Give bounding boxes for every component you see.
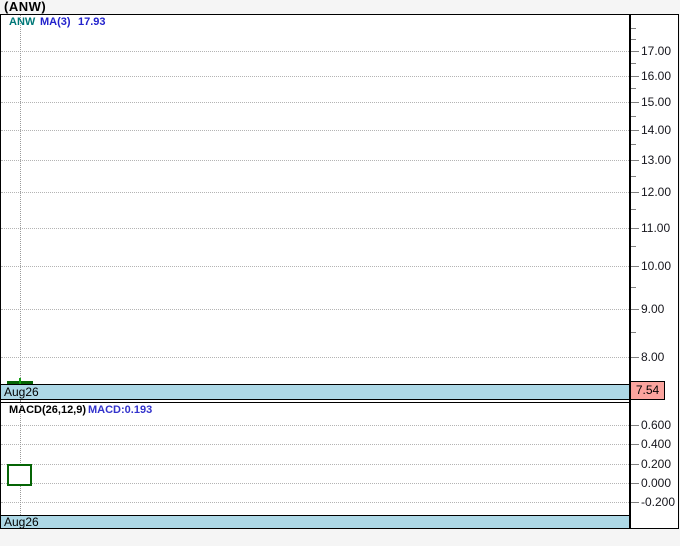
price-axis-label: 17.00	[641, 44, 672, 58]
price-axis-tick	[631, 192, 639, 193]
price-axis-label: 14.00	[641, 123, 672, 137]
x-axis-tick-price	[20, 400, 21, 402]
stock-chart-page: (ANW) 17.00 16.00 15.00 14.00 13.00 12.00 11.0…	[0, 0, 680, 546]
price-gridline	[1, 51, 629, 52]
price-axis-minor-tick	[631, 88, 636, 89]
price-axis-tick	[631, 160, 639, 161]
price-axis-minor-tick	[631, 176, 636, 177]
price-gridline	[1, 130, 629, 131]
price-axis-minor-tick	[631, 116, 636, 117]
price-axis-tick	[631, 228, 639, 229]
macd-axis-label: 0.200	[641, 457, 672, 471]
macd-gridline	[1, 483, 629, 484]
macd-axis-tick	[631, 444, 639, 445]
price-axis-label: 8.00	[641, 350, 665, 364]
macd-histogram-bar	[7, 464, 32, 486]
price-axis-minor-tick	[631, 246, 636, 247]
macd-gridline	[1, 464, 629, 465]
price-axis-label: 10.00	[641, 259, 672, 273]
date-band-price-label: Aug26	[4, 385, 39, 399]
macd-gridline	[1, 425, 629, 426]
date-band-macd-label: Aug26	[4, 515, 39, 529]
price-axis-minor-tick	[631, 287, 636, 288]
price-axis-label: 16.00	[641, 69, 672, 83]
price-axis-minor-tick	[631, 39, 636, 40]
macd-value-label: MACD:0.193	[88, 404, 153, 416]
macd-axis-label: 0.600	[641, 418, 672, 432]
price-axis-tick	[631, 76, 639, 77]
price-gridline	[1, 357, 629, 358]
price-axis-label: 11.00	[641, 221, 671, 235]
price-axis-minor-tick	[631, 209, 636, 210]
price-gridline	[1, 102, 629, 103]
ma-value: 17.93	[78, 16, 106, 28]
price-gridline	[1, 160, 629, 161]
price-axis-minor-tick	[631, 28, 636, 29]
price-gridline	[1, 76, 629, 77]
macd-params-label: MACD(26,12,9)	[9, 404, 87, 416]
price-axis-label: 13.00	[641, 153, 672, 167]
price-date-gridline	[20, 15, 21, 384]
date-band-price: Aug26	[1, 384, 629, 400]
macd-axis-tick	[631, 425, 639, 426]
price-axis-minor-tick	[631, 332, 636, 333]
price-axis-tick	[631, 130, 639, 131]
price-gridline	[1, 266, 629, 267]
macd-gridline	[1, 502, 629, 503]
last-price-badge: 7.54	[630, 381, 665, 400]
macd-axis-label: 0.000	[641, 476, 672, 490]
price-gridline	[1, 228, 629, 229]
y-axis-line	[629, 14, 631, 529]
price-gridline	[1, 309, 629, 310]
price-axis-tick	[631, 357, 639, 358]
macd-axis-tick	[631, 464, 639, 465]
macd-date-gridline	[20, 402, 21, 515]
ma-label: MA(3)	[40, 16, 71, 28]
price-axis-minor-tick	[631, 144, 636, 145]
date-band-macd: Aug26	[1, 515, 629, 529]
price-axis-tick	[631, 102, 639, 103]
price-axis-tick	[631, 309, 639, 310]
price-axis-minor-tick	[631, 63, 636, 64]
price-axis-label: 15.00	[641, 95, 672, 109]
macd-axis-tick	[631, 502, 639, 503]
macd-panel-top-border	[1, 402, 629, 403]
macd-axis-label: -0.200	[641, 495, 676, 509]
macd-gridline	[1, 444, 629, 445]
price-axis-label: 9.00	[641, 302, 665, 316]
footer-strip: ©12Stocks.com	[0, 529, 680, 546]
ticker-symbol-label: ANW	[9, 16, 36, 28]
chart-layer: 17.00 16.00 15.00 14.00 13.00 12.00 11.00 10.00…	[0, 0, 680, 546]
price-gridline	[1, 192, 629, 193]
macd-axis-label: 0.400	[641, 437, 672, 451]
macd-axis-tick	[631, 483, 639, 484]
price-axis-label: 12.00	[641, 185, 672, 199]
price-axis-tick	[631, 51, 639, 52]
price-axis-tick	[631, 266, 639, 267]
